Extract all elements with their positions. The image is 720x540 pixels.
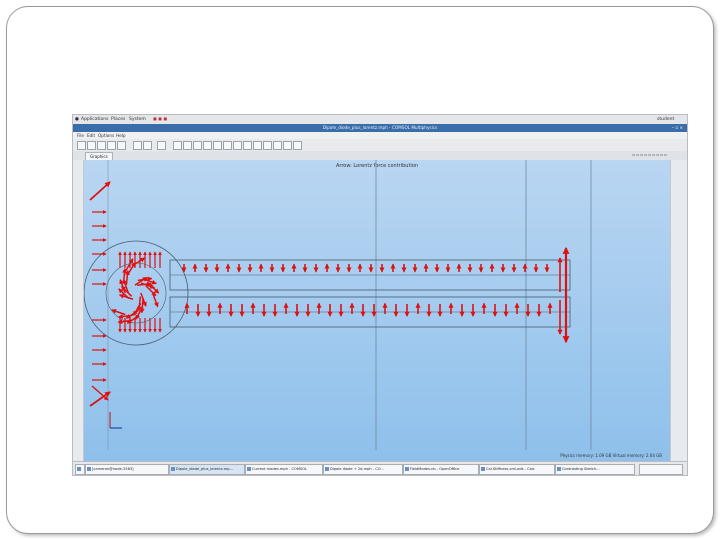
arrow-field-plot: [84, 160, 592, 450]
window-title: Dipole_diode_plus_lorentz.mph - COMSOL M…: [322, 125, 438, 130]
force-arrow: [89, 181, 111, 201]
save-icon[interactable]: [97, 141, 106, 150]
force-arrow: [125, 270, 130, 285]
task-label: Cal.Stiffness.xml.ods - Calc: [486, 467, 535, 471]
system-menu[interactable]: System: [129, 115, 146, 124]
menu-bar: File Edit Options Help: [73, 132, 687, 139]
redo-icon[interactable]: [117, 141, 126, 150]
memory-status: Physics memory: 1.09 GB Virtual memory: …: [560, 453, 662, 458]
zoom-extents-icon[interactable]: [193, 141, 202, 150]
force-arrow: [139, 298, 145, 314]
view-toolbar-icons[interactable]: ▫ ▫ ▫ ▫ ▫ ▫ ▫ ▫ ▫: [632, 152, 667, 157]
desktop-screenshot: ● Applications Places System ◼ ◼ ◼ stude…: [72, 114, 688, 476]
menu-edit[interactable]: Edit: [87, 132, 95, 139]
places-menu[interactable]: Places: [111, 115, 125, 124]
view-zx-icon[interactable]: [253, 141, 262, 150]
launcher-icons[interactable]: ◼ ◼ ◼: [153, 115, 167, 124]
new-file-icon[interactable]: [77, 141, 86, 150]
window-controls[interactable]: – ▫ ×: [672, 124, 683, 132]
menu-options[interactable]: Options: [98, 132, 114, 139]
workspace-switcher[interactable]: [639, 464, 683, 475]
undo-icon[interactable]: [107, 141, 116, 150]
task-label: Current modes.mph - COMSOL: [252, 467, 308, 471]
task-openoffice[interactable]: FieldModes.nb - OpenOffice: [403, 464, 479, 475]
task-comsol-current[interactable]: Current modes.mph - COMSOL: [245, 464, 323, 475]
bottom-taskbar: [cameron@node-2563] Dipole_diode_plus_lo…: [73, 461, 687, 475]
force-arrow: [91, 385, 109, 401]
window-title-bar[interactable]: Dipole_diode_plus_lorentz.mph - COMSOL M…: [73, 124, 687, 132]
animate-icon[interactable]: [273, 141, 282, 150]
graphics-canvas[interactable]: Arrow: Lorentz force contribution Physic…: [84, 160, 670, 461]
user-menu[interactable]: student: [657, 115, 674, 124]
task-label: FieldModes.nb - OpenOffice: [410, 467, 460, 471]
task-comsol-2d[interactable]: Dipole diode + 2d.mph - CO...: [323, 464, 403, 475]
view-yz-icon[interactable]: [243, 141, 252, 150]
force-arrow: [117, 314, 133, 319]
show-desktop-button[interactable]: [75, 464, 85, 475]
task-label: Dipole diode + 2d.mph - CO...: [330, 467, 384, 471]
mesh-icon[interactable]: [143, 141, 152, 150]
right-side-strip: [670, 160, 687, 461]
force-arrow: [111, 309, 126, 316]
build-icon[interactable]: [133, 141, 142, 150]
export-icon[interactable]: [283, 141, 292, 150]
task-sketch[interactable]: Contrasting Sketch...: [555, 464, 635, 475]
left-side-strip: [73, 160, 84, 461]
task-terminal[interactable]: [cameron@node-2563]: [85, 464, 169, 475]
task-comsol-dipole[interactable]: Dipole_diode_plus_lorentz.mp...: [169, 464, 245, 475]
particle-inner-circle: [105, 262, 167, 324]
task-label: Contrasting Sketch...: [562, 467, 600, 471]
task-label: Dipole_diode_plus_lorentz.mp...: [176, 467, 233, 471]
menu-file[interactable]: File: [77, 132, 84, 139]
print-icon[interactable]: [293, 141, 302, 150]
task-calc[interactable]: Cal.Stiffness.xml.ods - Calc: [479, 464, 555, 475]
compute-icon[interactable]: [157, 141, 166, 150]
graphics-tab-row: Graphics ▫ ▫ ▫ ▫ ▫ ▫ ▫ ▫ ▫: [73, 151, 687, 161]
force-arrow: [142, 278, 157, 285]
zoom-out-icon[interactable]: [183, 141, 192, 150]
pan-icon[interactable]: [213, 141, 222, 150]
open-file-icon[interactable]: [87, 141, 96, 150]
select-icon[interactable]: [223, 141, 232, 150]
plot-icon[interactable]: [263, 141, 272, 150]
view-xy-icon[interactable]: [233, 141, 242, 150]
task-label: [cameron@node-2563]: [92, 467, 134, 471]
zoom-in-icon[interactable]: [173, 141, 182, 150]
applications-menu[interactable]: Applications: [81, 115, 109, 124]
rotate-icon[interactable]: [203, 141, 212, 150]
particle-circle: [84, 240, 189, 346]
menu-help[interactable]: Help: [116, 132, 126, 139]
foot-icon[interactable]: ●: [75, 115, 79, 124]
